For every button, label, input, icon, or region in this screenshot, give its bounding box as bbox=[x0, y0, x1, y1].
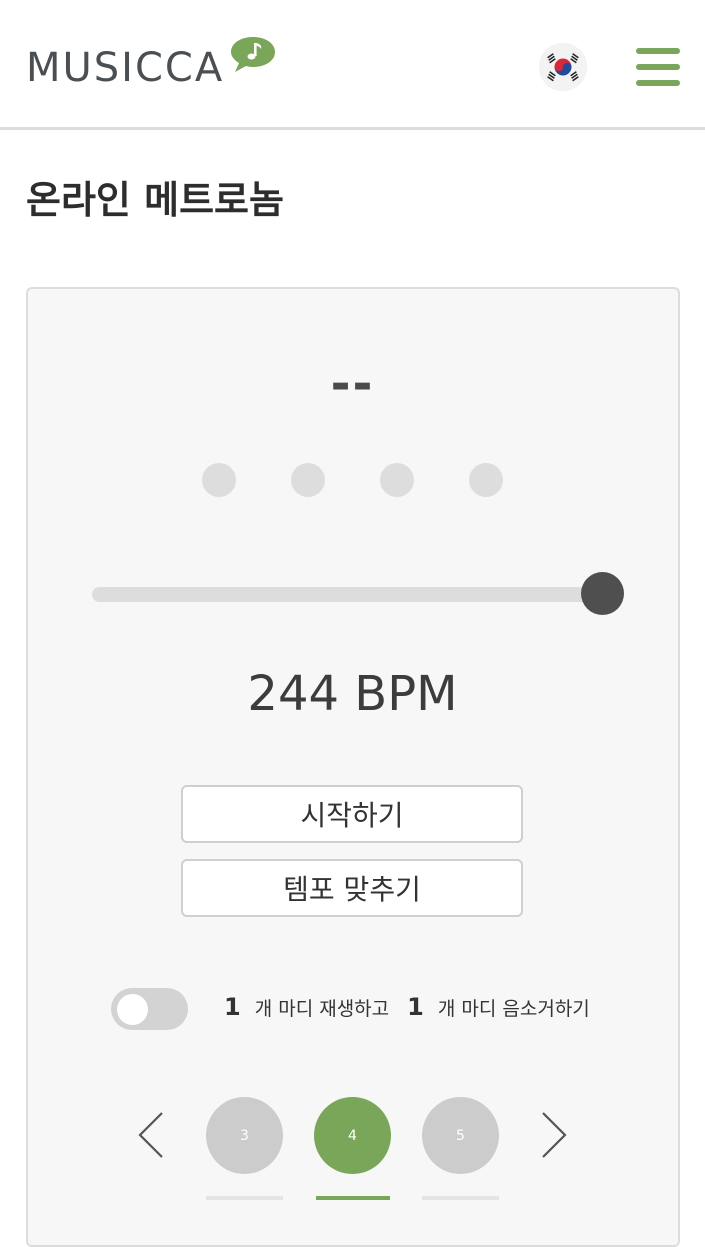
toggle-knob bbox=[117, 994, 148, 1025]
start-button[interactable]: 시작하기 bbox=[181, 785, 523, 843]
site-header: MUSICCA bbox=[0, 0, 705, 130]
beat-indicator bbox=[291, 463, 325, 497]
south-korea-flag-icon bbox=[539, 43, 587, 91]
mute-bars-settings: 1 개 마디 재생하고 1 개 마디 음소거하기 bbox=[224, 992, 608, 1022]
tempo-slider-thumb[interactable] bbox=[581, 572, 624, 615]
play-bars-count[interactable]: 1 bbox=[224, 993, 241, 1021]
beat-indicator bbox=[380, 463, 414, 497]
chevron-left-icon[interactable] bbox=[136, 1110, 166, 1160]
play-bars-label: 개 마디 재생하고 bbox=[254, 997, 390, 1020]
beat-indicator bbox=[202, 463, 236, 497]
next-row-option-stub-selected bbox=[316, 1196, 390, 1200]
next-row-option-stub bbox=[206, 1196, 283, 1200]
tap-tempo-button[interactable]: 템포 맞추기 bbox=[181, 859, 523, 917]
musicca-logo[interactable]: MUSICCA bbox=[26, 36, 276, 98]
menu-bar bbox=[636, 80, 680, 86]
page-title: 온라인 메트로놈 bbox=[26, 178, 284, 222]
beats-option-5[interactable]: 5 bbox=[422, 1097, 499, 1174]
tempo-slider-track[interactable] bbox=[92, 587, 602, 602]
mute-bars-label: 개 마디 음소거하기 bbox=[437, 997, 590, 1020]
mute-bars-toggle[interactable] bbox=[111, 988, 188, 1030]
logo-text: MUSICCA bbox=[26, 45, 225, 91]
beat-counter-display: -- bbox=[330, 356, 375, 412]
hamburger-menu-icon[interactable] bbox=[636, 48, 680, 86]
language-selector[interactable] bbox=[539, 43, 587, 91]
bpm-readout: 244 BPM bbox=[247, 666, 458, 722]
beats-option-4-selected[interactable]: 4 bbox=[314, 1097, 391, 1174]
chevron-right-icon[interactable] bbox=[539, 1110, 569, 1160]
beats-option-3[interactable]: 3 bbox=[206, 1097, 283, 1174]
mute-bars-count[interactable]: 1 bbox=[407, 993, 424, 1021]
menu-bar bbox=[636, 48, 680, 54]
speech-bubble-note-icon bbox=[230, 36, 276, 74]
beat-indicator bbox=[469, 463, 503, 497]
menu-bar bbox=[636, 64, 680, 70]
next-row-option-stub bbox=[422, 1196, 499, 1200]
